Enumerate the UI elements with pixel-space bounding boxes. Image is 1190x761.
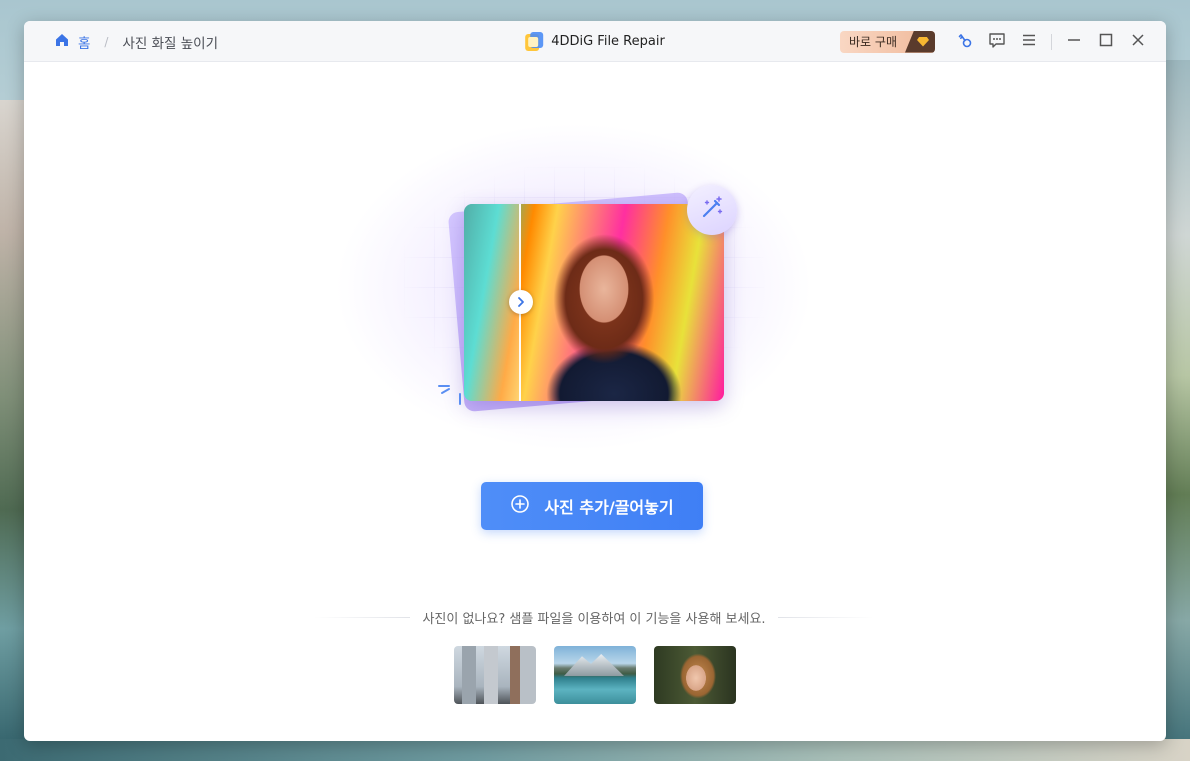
close-button[interactable]	[1122, 21, 1154, 62]
plus-circle-icon	[510, 494, 530, 518]
breadcrumb-home-label: 홈	[78, 35, 91, 52]
diamond-icon	[905, 30, 935, 53]
menu-icon	[1021, 32, 1037, 52]
feedback-button[interactable]	[981, 21, 1013, 62]
app-window: 홈 / 사진 화질 높이기 4DDiG File Repair 바로 구매 사진…	[24, 21, 1166, 741]
sample-prompt-text: 사진이 없나요? 샘플 파일을 이용하여 이 기능을 사용해 보세요.	[422, 611, 766, 627]
sample-prompt-row: 사진이 없나요? 샘플 파일을 이용하여 이 기능을 사용해 보세요.	[314, 607, 874, 627]
menu-button[interactable]	[1013, 21, 1045, 62]
hero-sample-photo	[464, 204, 724, 401]
breadcrumb: 홈 / 사진 화질 높이기	[54, 21, 218, 62]
magic-badge	[687, 185, 737, 235]
toolbar-divider	[1051, 33, 1052, 50]
sample-divider-left	[314, 616, 411, 618]
breadcrumb-current: 사진 화질 높이기	[122, 35, 218, 52]
sample-thumbnail-lake[interactable]	[554, 646, 636, 704]
buy-now-label: 바로 구매	[849, 35, 897, 49]
sparkle-decoration-icon	[436, 382, 466, 412]
app-title-group: 4DDiG File Repair	[525, 21, 665, 62]
close-icon	[1131, 32, 1145, 51]
title-bar: 홈 / 사진 화질 높이기 4DDiG File Repair 바로 구매	[24, 21, 1166, 62]
window-tools: 바로 구매	[840, 21, 1154, 62]
sample-thumbnail-city[interactable]	[454, 646, 536, 704]
sample-divider-right	[777, 616, 874, 618]
minimize-icon	[1067, 32, 1081, 51]
main-content: 사진 추가/끌어놓기 사진이 없나요? 샘플 파일을 이용하여 이 기능을 사용…	[24, 62, 1166, 741]
sample-thumbnail-portrait[interactable]	[654, 646, 736, 704]
breadcrumb-home[interactable]: 홈	[54, 32, 90, 52]
maximize-button[interactable]	[1090, 21, 1122, 62]
chevron-right-icon	[515, 293, 527, 312]
home-icon	[54, 32, 70, 52]
add-photo-button[interactable]: 사진 추가/끌어놓기	[481, 482, 703, 530]
minimize-button[interactable]	[1058, 21, 1090, 62]
magic-wand-icon	[699, 195, 725, 225]
app-logo-icon	[525, 31, 544, 52]
sample-thumbnails	[454, 646, 736, 704]
breadcrumb-separator: /	[104, 34, 109, 49]
key-icon	[956, 31, 974, 53]
key-button[interactable]	[949, 21, 981, 62]
add-photo-label: 사진 추가/끌어놓기	[544, 498, 674, 517]
wallpaper-bottom	[0, 739, 1190, 761]
chat-icon	[988, 31, 1006, 53]
compare-slider-handle[interactable]	[509, 290, 533, 314]
buy-now-button[interactable]: 바로 구매	[840, 30, 935, 53]
app-title: 4DDiG File Repair	[551, 34, 665, 49]
maximize-icon	[1099, 32, 1113, 51]
